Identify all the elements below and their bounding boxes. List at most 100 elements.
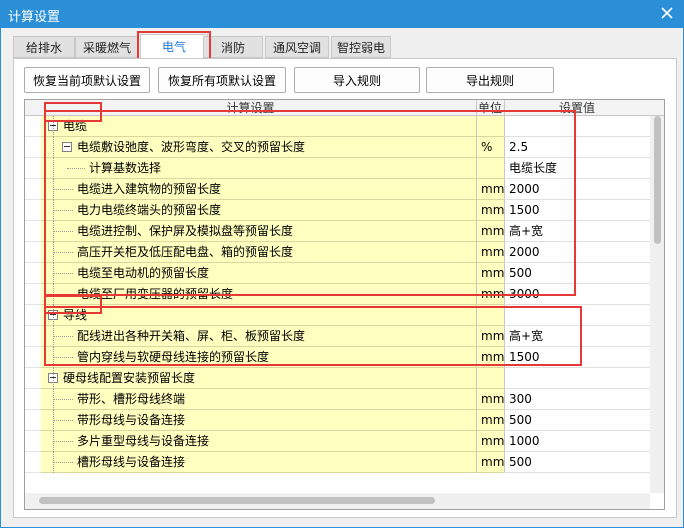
setting-name-label: 带形、槽形母线终端 bbox=[77, 392, 186, 406]
setting-name-label: 计算基数选择 bbox=[89, 161, 162, 175]
horizontal-scrollbar[interactable] bbox=[25, 493, 650, 509]
value-cell[interactable] bbox=[504, 305, 650, 326]
unit-cell: mm bbox=[476, 326, 504, 347]
table-row[interactable]: 电缆进入建筑物的预留长度 mm 2000 bbox=[25, 179, 650, 200]
row-gutter bbox=[25, 200, 41, 221]
restore-all-default-button[interactable]: 恢复所有项默认设置 bbox=[158, 67, 286, 93]
table-row[interactable]: 高压开关柜及低压配电盘、箱的预留长度 mm 2000 bbox=[25, 242, 650, 263]
row-gutter bbox=[25, 347, 41, 368]
value-cell[interactable] bbox=[504, 368, 650, 389]
setting-name-cell bbox=[25, 116, 476, 137]
horizontal-scroll-thumb[interactable] bbox=[39, 497, 435, 504]
tab-heating-gas[interactable]: 采暖燃气 bbox=[75, 36, 139, 58]
setting-name-label: 多片重型母线与设备连接 bbox=[77, 434, 210, 448]
unit-cell: % bbox=[476, 137, 504, 158]
title-bar: 计算设置 bbox=[0, 0, 684, 28]
table-row[interactable]: 管内穿线与软硬母线连接的预留长度 mm 1500 bbox=[25, 347, 650, 368]
unit-cell bbox=[476, 116, 504, 137]
value-cell[interactable]: 电缆长度 bbox=[504, 158, 650, 179]
setting-name-label: 电缆 bbox=[63, 119, 88, 133]
column-header-name[interactable]: 计算设置 bbox=[25, 100, 476, 116]
unit-cell: mm bbox=[476, 389, 504, 410]
setting-name-label: 电缆进控制、保护屏及模拟盘等预留长度 bbox=[77, 224, 294, 238]
setting-name-cell bbox=[25, 305, 476, 326]
row-gutter bbox=[25, 452, 41, 473]
unit-cell: mm bbox=[476, 242, 504, 263]
collapse-toggle-icon[interactable] bbox=[62, 142, 72, 152]
table-row[interactable]: 多片重型母线与设备连接 mm 1000 bbox=[25, 431, 650, 452]
export-rules-button[interactable]: 导出规则 bbox=[426, 67, 554, 93]
import-rules-button[interactable]: 导入规则 bbox=[294, 67, 420, 93]
row-gutter bbox=[25, 137, 41, 158]
column-header-unit[interactable]: 单位 bbox=[476, 100, 504, 116]
table-row[interactable]: 带形母线与设备连接 mm 500 bbox=[25, 410, 650, 431]
close-icon[interactable] bbox=[656, 2, 678, 24]
setting-name-label: 电力电缆终端头的预留长度 bbox=[77, 203, 222, 217]
settings-panel: 恢复当前项默认设置 恢复所有项默认设置 导入规则 导出规则 计算设置 单位 设置… bbox=[13, 58, 677, 518]
table-row[interactable]: 导线 bbox=[25, 305, 650, 326]
restore-current-default-button[interactable]: 恢复当前项默认设置 bbox=[24, 67, 150, 93]
row-gutter bbox=[25, 368, 41, 389]
vertical-scroll-thumb[interactable] bbox=[654, 116, 661, 244]
setting-name-label: 导线 bbox=[63, 308, 88, 322]
setting-name-label: 管内穿线与软硬母线连接的预留长度 bbox=[77, 350, 270, 364]
value-cell[interactable]: 500 bbox=[504, 410, 650, 431]
value-cell[interactable]: 1500 bbox=[504, 200, 650, 221]
table-row[interactable]: 计算基数选择 电缆长度 bbox=[25, 158, 650, 179]
value-cell[interactable]: 高+宽 bbox=[504, 326, 650, 347]
unit-cell: mm bbox=[476, 284, 504, 305]
unit-cell: mm bbox=[476, 200, 504, 221]
tab-fire-protection[interactable]: 消防 bbox=[203, 36, 263, 58]
table-row[interactable]: 电缆敷设弛度、波形弯度、交叉的预留长度% 2.5 bbox=[25, 137, 650, 158]
column-header-value[interactable]: 设置值 bbox=[504, 100, 650, 116]
table-row[interactable]: 电力电缆终端头的预留长度 mm 1500 bbox=[25, 200, 650, 221]
window-title: 计算设置 bbox=[8, 10, 61, 25]
value-cell[interactable]: 2000 bbox=[504, 242, 650, 263]
value-cell[interactable]: 1000 bbox=[504, 431, 650, 452]
tab-water-supply[interactable]: 给排水 bbox=[13, 36, 75, 58]
value-cell[interactable]: 1500 bbox=[504, 347, 650, 368]
table-row[interactable]: 电缆 bbox=[25, 116, 650, 137]
value-cell[interactable]: 300 bbox=[504, 389, 650, 410]
unit-cell: mm bbox=[476, 263, 504, 284]
value-cell[interactable]: 高+宽 bbox=[504, 221, 650, 242]
dialog-body: 给排水 采暖燃气 电气 消防 通风空调 智控弱电 恢复当前项默认设置 恢复所有项… bbox=[0, 28, 684, 528]
table-row[interactable]: 硬母线配置安装预留长度 bbox=[25, 368, 650, 389]
row-gutter bbox=[25, 263, 41, 284]
row-gutter bbox=[25, 326, 41, 347]
setting-name-label: 高压开关柜及低压配电盘、箱的预留长度 bbox=[77, 245, 294, 259]
unit-cell: mm bbox=[476, 179, 504, 200]
unit-cell bbox=[476, 368, 504, 389]
vertical-scrollbar[interactable] bbox=[650, 116, 664, 493]
table-row[interactable]: 槽形母线与设备连接 mm 500 bbox=[25, 452, 650, 473]
table-row[interactable]: 电缆至电动机的预留长度 mm 500 bbox=[25, 263, 650, 284]
setting-name-label: 硬母线配置安装预留长度 bbox=[63, 371, 196, 385]
setting-name-label: 带形母线与设备连接 bbox=[77, 413, 186, 427]
table-row[interactable]: 配线进出各种开关箱、屏、柜、板预留长度 mm 高+宽 bbox=[25, 326, 650, 347]
table-row[interactable]: 电缆至厂用变压器的预留长度 mm 3000 bbox=[25, 284, 650, 305]
table-row[interactable]: 电缆进控制、保护屏及模拟盘等预留长度 mm 高+宽 bbox=[25, 221, 650, 242]
setting-name-label: 电缆至电动机的预留长度 bbox=[77, 266, 210, 280]
setting-name-label: 电缆敷设弛度、波形弯度、交叉的预留长度 bbox=[77, 140, 306, 154]
value-cell[interactable] bbox=[504, 116, 650, 137]
value-cell[interactable]: 2.5 bbox=[504, 137, 650, 158]
unit-cell: mm bbox=[476, 410, 504, 431]
tab-ventilation[interactable]: 通风空调 bbox=[265, 36, 329, 58]
row-gutter bbox=[25, 305, 41, 326]
unit-cell: mm bbox=[476, 347, 504, 368]
setting-name-label: 电缆进入建筑物的预留长度 bbox=[77, 182, 222, 196]
value-cell[interactable]: 3000 bbox=[504, 284, 650, 305]
value-cell[interactable]: 500 bbox=[504, 452, 650, 473]
table-row[interactable]: 带形、槽形母线终端 mm 300 bbox=[25, 389, 650, 410]
unit-cell: mm bbox=[476, 221, 504, 242]
row-gutter bbox=[25, 389, 41, 410]
unit-cell bbox=[476, 305, 504, 326]
value-cell[interactable]: 2000 bbox=[504, 179, 650, 200]
unit-cell bbox=[476, 158, 504, 179]
row-gutter bbox=[25, 158, 41, 179]
tab-smart-control[interactable]: 智控弱电 bbox=[331, 36, 391, 58]
value-cell[interactable]: 500 bbox=[504, 263, 650, 284]
row-gutter bbox=[25, 221, 41, 242]
setting-name-label: 配线进出各种开关箱、屏、柜、板预留长度 bbox=[77, 329, 306, 343]
grid-header: 计算设置 单位 设置值 bbox=[25, 100, 664, 116]
